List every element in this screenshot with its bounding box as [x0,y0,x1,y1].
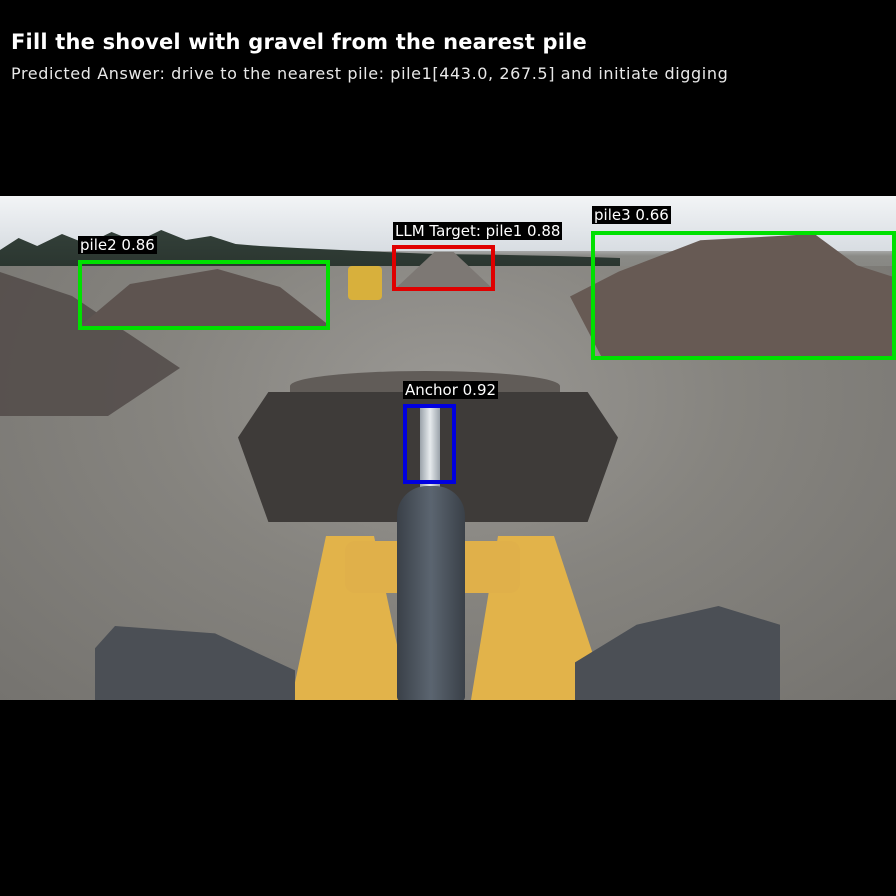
distant-loader [348,266,382,300]
footer-padding [0,700,896,896]
bbox-label-llm-target: LLM Target: pile1 0.88 [393,222,563,240]
caption-header: Fill the shovel with gravel from the nea… [0,0,896,196]
bbox-label-anchor: Anchor 0.92 [403,381,499,399]
bbox-pile2 [78,260,330,330]
bbox-pile3 [591,231,896,360]
bbox-anchor [403,404,456,484]
hydraulic-cylinder [397,486,465,700]
camera-frame: pile2 0.86 LLM Target: pile1 0.88 pile3 … [0,196,896,700]
bbox-label-pile2: pile2 0.86 [78,236,157,254]
predicted-answer: Predicted Answer: drive to the nearest p… [11,64,729,83]
bbox-label-pile3: pile3 0.66 [592,206,671,224]
task-title: Fill the shovel with gravel from the nea… [11,30,587,54]
bbox-llm-target-pile1 [392,245,495,291]
